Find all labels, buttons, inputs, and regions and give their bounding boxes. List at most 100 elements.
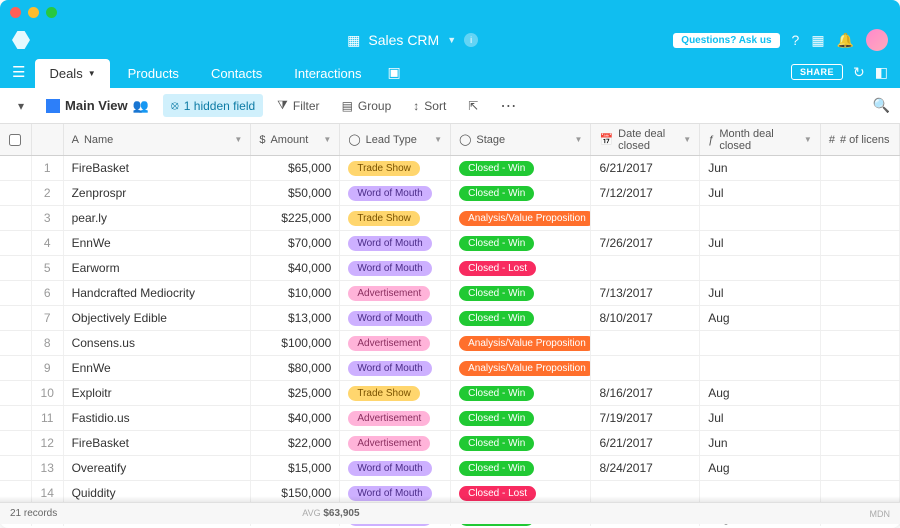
apps-icon[interactable]: ▦	[811, 32, 824, 49]
cell-lead-type[interactable]: Trade Show	[340, 381, 451, 405]
more-options-icon[interactable]: ⋯	[492, 92, 525, 120]
cell-month-closed[interactable]: Jul	[700, 281, 821, 305]
table-row[interactable]: 4EnnWe$70,000Word of MouthClosed - Win7/…	[0, 231, 900, 256]
row-checkbox[interactable]	[0, 281, 32, 305]
column-header-name[interactable]: AName▼	[64, 124, 252, 155]
row-checkbox[interactable]	[0, 181, 32, 205]
row-checkbox[interactable]	[0, 431, 32, 455]
base-title[interactable]: ▦ Sales CRM ▼ i	[347, 32, 478, 49]
cell-licenses[interactable]	[821, 381, 900, 405]
cell-date-closed[interactable]: 7/13/2017	[591, 281, 700, 305]
cell-stage[interactable]: Closed - Win	[451, 306, 591, 330]
questions-button[interactable]: Questions? Ask us	[673, 33, 779, 48]
cell-stage[interactable]: Closed - Lost	[451, 256, 591, 280]
row-checkbox[interactable]	[0, 231, 32, 255]
row-checkbox[interactable]	[0, 256, 32, 280]
cell-lead-type[interactable]: Word of Mouth	[340, 306, 451, 330]
cell-name[interactable]: Overeatify	[64, 456, 252, 480]
table-row[interactable]: 5Earworm$40,000Word of MouthClosed - Los…	[0, 256, 900, 281]
cell-lead-type[interactable]: Word of Mouth	[340, 356, 451, 380]
cell-date-closed[interactable]	[591, 256, 700, 280]
row-checkbox[interactable]	[0, 306, 32, 330]
cell-lead-type[interactable]: Word of Mouth	[340, 231, 451, 255]
cell-name[interactable]: FireBasket	[64, 431, 252, 455]
column-header-date-closed[interactable]: 📅Date deal closed▼	[591, 124, 700, 155]
row-checkbox[interactable]	[0, 206, 32, 230]
cell-lead-type[interactable]: Advertisement	[340, 331, 451, 355]
table-row[interactable]: 6Handcrafted Mediocrity$10,000Advertisem…	[0, 281, 900, 306]
cell-name[interactable]: Exploitr	[64, 381, 252, 405]
table-row[interactable]: 8Consens.us$100,000AdvertisementAnalysis…	[0, 331, 900, 356]
cell-licenses[interactable]	[821, 181, 900, 205]
cell-stage[interactable]: Closed - Win	[451, 281, 591, 305]
cell-lead-type[interactable]: Word of Mouth	[340, 456, 451, 480]
info-icon[interactable]: i	[464, 33, 478, 47]
cell-amount[interactable]: $40,000	[251, 256, 340, 280]
row-checkbox[interactable]	[0, 456, 32, 480]
cell-stage[interactable]: Closed - Win	[451, 231, 591, 255]
row-checkbox[interactable]	[0, 156, 32, 180]
cell-stage[interactable]: Analysis/Value Proposition	[451, 206, 591, 230]
cell-licenses[interactable]	[821, 206, 900, 230]
cell-lead-type[interactable]: Word of Mouth	[340, 256, 451, 280]
cell-month-closed[interactable]	[700, 356, 821, 380]
cell-lead-type[interactable]: Advertisement	[340, 431, 451, 455]
column-header-licenses[interactable]: ## of licens	[821, 124, 900, 155]
cell-name[interactable]: Fastidio.us	[64, 406, 252, 430]
cell-date-closed[interactable]: 7/19/2017	[591, 406, 700, 430]
cell-stage[interactable]: Closed - Win	[451, 456, 591, 480]
table-row[interactable]: 13Overeatify$15,000Word of MouthClosed -…	[0, 456, 900, 481]
cell-lead-type[interactable]: Trade Show	[340, 206, 451, 230]
tab-contacts[interactable]: Contacts	[197, 59, 276, 88]
cell-name[interactable]: Objectively Edible	[64, 306, 252, 330]
cell-licenses[interactable]	[821, 331, 900, 355]
cell-licenses[interactable]	[821, 281, 900, 305]
cell-date-closed[interactable]: 8/24/2017	[591, 456, 700, 480]
column-header-amount[interactable]: $Amount▼	[251, 124, 340, 155]
cell-licenses[interactable]	[821, 256, 900, 280]
cell-licenses[interactable]	[821, 231, 900, 255]
cell-stage[interactable]: Closed - Win	[451, 406, 591, 430]
cell-lead-type[interactable]: Word of Mouth	[340, 181, 451, 205]
cell-date-closed[interactable]	[591, 331, 700, 355]
minimize-window-icon[interactable]	[28, 7, 39, 18]
hidden-fields-button[interactable]: ⦻ 1 hidden field	[163, 94, 263, 117]
cell-amount[interactable]: $40,000	[251, 406, 340, 430]
cell-month-closed[interactable]: Aug	[700, 306, 821, 330]
cell-month-closed[interactable]	[700, 206, 821, 230]
cell-month-closed[interactable]: Jun	[700, 156, 821, 180]
cell-amount[interactable]: $50,000	[251, 181, 340, 205]
cell-month-closed[interactable]: Aug	[700, 456, 821, 480]
table-row[interactable]: 7Objectively Edible$13,000Word of MouthC…	[0, 306, 900, 331]
column-header-stage[interactable]: ◯Stage▼	[451, 124, 591, 155]
cell-name[interactable]: Handcrafted Mediocrity	[64, 281, 252, 305]
cell-month-closed[interactable]	[700, 331, 821, 355]
cell-licenses[interactable]	[821, 406, 900, 430]
cell-date-closed[interactable]: 8/10/2017	[591, 306, 700, 330]
cell-name[interactable]: Consens.us	[64, 331, 252, 355]
share-button[interactable]: SHARE	[791, 64, 843, 80]
search-icon[interactable]: 🔍	[873, 97, 890, 114]
cell-amount[interactable]: $70,000	[251, 231, 340, 255]
cell-date-closed[interactable]	[591, 206, 700, 230]
cell-licenses[interactable]	[821, 306, 900, 330]
cell-licenses[interactable]	[821, 431, 900, 455]
maximize-window-icon[interactable]	[46, 7, 57, 18]
row-checkbox[interactable]	[0, 406, 32, 430]
cell-licenses[interactable]	[821, 356, 900, 380]
row-checkbox[interactable]	[0, 381, 32, 405]
cell-stage[interactable]: Analysis/Value Proposition	[451, 331, 591, 355]
cell-amount[interactable]: $225,000	[251, 206, 340, 230]
cell-month-closed[interactable]: Jul	[700, 406, 821, 430]
sort-button[interactable]: ↕ Sort	[405, 95, 454, 117]
cell-date-closed[interactable]: 6/21/2017	[591, 431, 700, 455]
cell-amount[interactable]: $80,000	[251, 356, 340, 380]
cell-month-closed[interactable]: Aug	[700, 381, 821, 405]
cell-name[interactable]: pear.ly	[64, 206, 252, 230]
cell-name[interactable]: Earworm	[64, 256, 252, 280]
cell-stage[interactable]: Closed - Win	[451, 431, 591, 455]
cell-name[interactable]: FireBasket	[64, 156, 252, 180]
cell-name[interactable]: EnnWe	[64, 356, 252, 380]
cell-amount[interactable]: $10,000	[251, 281, 340, 305]
cell-stage[interactable]: Closed - Win	[451, 181, 591, 205]
